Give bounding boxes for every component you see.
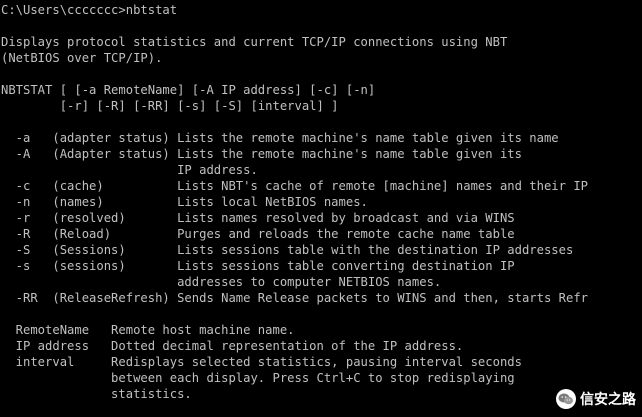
console-line-option: -a (adapter status) Lists the remote mac… [1, 131, 559, 145]
console-line-usage: NBTSTAT [ [-a RemoteName] [-A IP address… [1, 83, 376, 97]
console-line-option: -RR (ReleaseRefresh) Sends Name Release … [1, 291, 588, 305]
console-line-option: -s (sessions) Lists sessions table conve… [1, 259, 515, 273]
console-window[interactable]: C:\Users\ccccccc>nbtstat Displays protoc… [0, 0, 642, 417]
watermark-text: 信安之路 [580, 392, 636, 408]
console-line-option: -R (Reload) Purges and reloads the remot… [1, 227, 515, 241]
console-line-parameter: statistics. [1, 387, 192, 401]
console-line-option: -n (names) Lists local NetBIOS names. [1, 195, 368, 209]
console-line-option: -c (cache) Lists NBT's cache of remote [… [1, 179, 588, 193]
console-line-parameter: interval Redisplays selected statistics,… [1, 355, 522, 369]
console-line-parameter: RemoteName Remote host machine name. [1, 323, 295, 337]
console-line-option: -A (Adapter status) Lists the remote mac… [1, 147, 522, 161]
console-line-option: -S (Sessions) Lists sessions table with … [1, 243, 574, 257]
console-line-prompt: C:\Users\ccccccc>nbtstat [1, 3, 178, 17]
console-line-parameter: IP address Dotted decimal representation… [1, 339, 464, 353]
console-line-description: Displays protocol statistics and current… [1, 35, 508, 49]
console-line-usage: [-r] [-R] [-RR] [-s] [-S] [interval] ] [1, 99, 339, 113]
console-line-option: -r (resolved) Lists names resolved by br… [1, 211, 515, 225]
console-line-option: addresses to computer NETBIOS names. [1, 275, 442, 289]
wechat-icon [556, 389, 576, 409]
watermark: 信安之路 [556, 389, 636, 409]
console-line-description: (NetBIOS over TCP/IP). [1, 51, 163, 65]
console-line-option: IP address. [1, 163, 258, 177]
console-line-parameter: between each display. Press Ctrl+C to st… [1, 371, 515, 385]
